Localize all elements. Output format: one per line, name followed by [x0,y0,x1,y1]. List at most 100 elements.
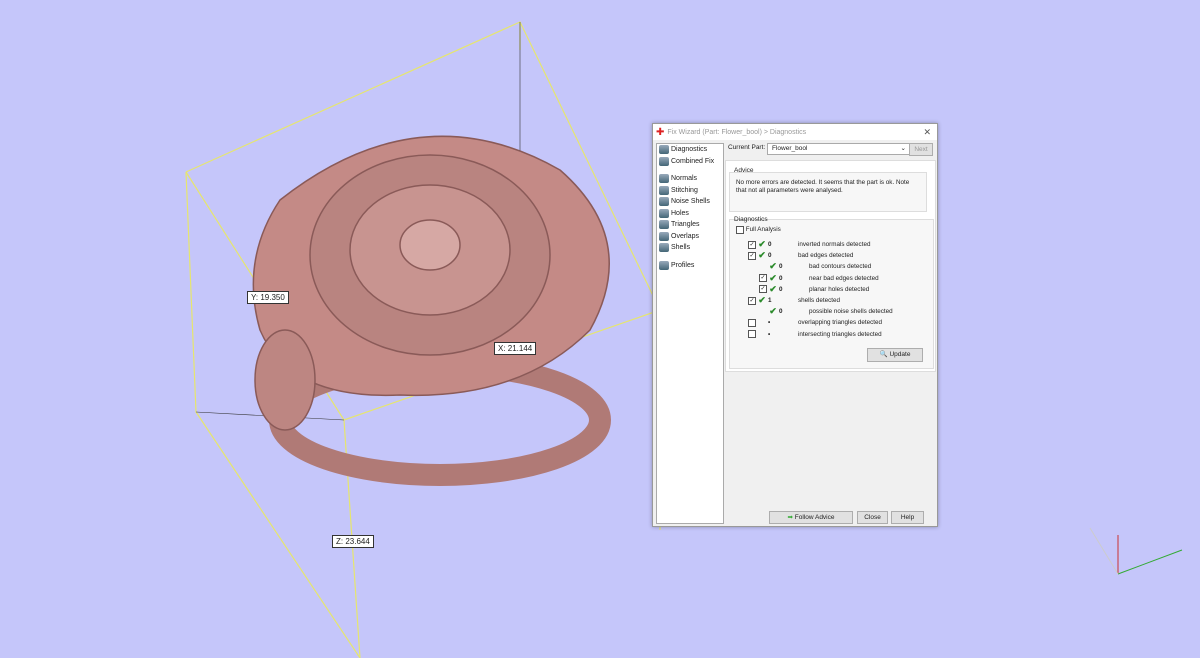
sidebar-item-shells[interactable]: Shells [657,242,723,254]
diagnostic-count: 0 [779,285,783,293]
update-label: Update [889,351,911,358]
sidebar-item-holes[interactable]: Holes [657,208,723,220]
diagnostic-checkbox[interactable] [748,330,756,339]
sidebar-item-label: Normals [671,175,698,183]
3d-viewport[interactable] [0,0,1200,658]
triangles-icon [659,220,669,230]
full-analysis-checkbox[interactable]: Full Analysis [736,224,781,235]
check-icon: ✔ [769,261,777,272]
diagnostic-count: 1 [768,297,772,304]
diagnostic-label: shells detected [798,297,841,304]
content-panel: Advice No more errors are detected. It s… [725,160,936,372]
close-button[interactable]: Close [857,511,888,524]
advice-title: Advice [734,167,754,174]
diagnostics-group: Diagnostics Full Analysis 🔍 Update ✓ ✔ 0 in… [729,216,934,369]
sidebar-item-label: Diagnostics [671,146,708,154]
sidebar-item-label: Profiles [671,261,695,269]
sidebar-item-label: Stitching [671,186,698,194]
diagnostic-count: 0 [779,308,783,316]
diagnostic-checkbox[interactable] [748,318,756,327]
diagnostic-row: ✓ ✔ 0 inverted normals detected [748,239,870,250]
sidebar-item-label: Triangles [671,221,700,229]
combined-fix-icon [659,156,669,166]
sidebar-item-overlaps[interactable]: Overlaps [657,231,723,243]
sidebar-item-label: Noise Shells [671,198,710,206]
fix-wizard-icon: ✚ [656,126,665,138]
full-analysis-label: Full Analysis [745,226,781,233]
current-part-select[interactable]: Flower_bool ⌄ [767,143,910,155]
diagnostic-checkbox[interactable]: ✓ [759,285,767,294]
diagnostic-row: • intersecting triangles detected [748,329,882,340]
sidebar-item-triangles[interactable]: Triangles [657,219,723,231]
shells-icon [659,243,669,253]
sidebar-item-profiles[interactable]: Profiles [657,260,723,272]
diagnostic-label: near bad edges detected [809,274,879,282]
current-part-value: Flower_bool [772,145,808,152]
diagnostic-checkbox[interactable]: ✓ [748,296,756,305]
diagnostic-label: planar holes detected [809,285,870,293]
chevron-down-icon: ⌄ [900,145,906,152]
diagnostic-row: ✔ 0 bad contours detected [759,261,871,272]
diagnostic-checkbox[interactable]: ✓ [759,274,767,283]
diagnostic-row: • overlapping triangles detected [748,317,882,328]
sidebar-item-label: Shells [671,244,691,252]
check-icon: ✔ [769,306,777,317]
update-button[interactable]: 🔍 Update [867,348,923,362]
diagnostic-row: ✔ 0 possible noise shells detected [759,306,893,317]
title-bar: ✚ Fix Wizard (Part: Flower_bool) > Diagn… [653,124,937,140]
magnifier-icon: 🔍 [879,351,888,358]
arrow-right-icon: ➡ [787,514,793,521]
dialog-title: Fix Wizard (Part: Flower_bool) > Diagnos… [667,128,807,136]
help-button[interactable]: Help [891,511,924,524]
follow-advice-label: Follow Advice [794,514,835,521]
axis-triad-icon [1089,527,1183,575]
sidebar-item-label: Overlaps [671,232,700,240]
diagnostic-row: ✓ ✔ 0 planar holes detected [759,284,869,295]
stitching-icon [659,185,669,195]
measure-y-label: Y: 19.350 [247,291,289,304]
check-icon: ✔ [758,295,766,305]
diagnostic-count: • [768,319,771,327]
check-icon: ✔ [769,272,777,283]
sidebar-item-diagnostics[interactable]: Diagnostics [657,144,723,156]
sidebar: Diagnostics Combined Fix Normals Stitching N… [656,143,724,524]
measure-z-label: Z: 23.644 [332,535,374,548]
measure-x-label: X: 21.144 [494,342,537,355]
diagnostics-title: Diagnostics [734,216,768,223]
diagnostic-checkbox[interactable]: ✓ [748,240,756,249]
diagnostic-label: possible noise shells detected [809,308,893,316]
follow-advice-button[interactable]: ➡ Follow Advice [769,511,853,524]
diagnostic-count: 0 [779,274,783,282]
noise-shells-icon [659,197,669,207]
diagnostic-row: ✓ ✔ 0 bad edges detected [748,250,853,261]
sidebar-item-label: Holes [671,209,689,217]
sidebar-item-combined-fix[interactable]: Combined Fix [657,156,723,168]
sidebar-item-noise-shells[interactable]: Noise Shells [657,196,723,208]
diagnostic-row: ✓ ✔ 1 shells detected [748,295,840,306]
check-icon: ✔ [769,283,777,294]
next-button[interactable]: Next [909,143,933,156]
check-icon: ✔ [758,239,766,249]
diagnostic-count: 0 [768,252,772,260]
profiles-icon [659,260,669,270]
diagnostic-checkbox[interactable]: ✓ [748,251,756,260]
normals-icon [659,174,669,184]
fix-wizard-dialog: ✚ Fix Wizard (Part: Flower_bool) > Diagn… [652,123,938,527]
diagnostic-count: 0 [768,241,772,248]
holes-icon [659,208,669,218]
diagnostics-icon [659,145,669,155]
check-icon: ✔ [758,250,766,261]
sidebar-item-stitching[interactable]: Stitching [657,185,723,197]
diagnostic-count: • [768,330,771,338]
advice-text: No more errors are detected. It seems th… [736,179,910,194]
current-part-label: Current Part: [728,144,766,151]
ring-model[interactable] [252,135,611,486]
diagnostic-label: overlapping triangles detected [798,319,883,327]
sidebar-item-normals[interactable]: Normals [657,173,723,185]
close-window-icon[interactable]: ✕ [923,127,931,138]
diagnostic-label: bad contours detected [809,263,872,271]
overlaps-icon [659,231,669,241]
diagnostic-label: intersecting triangles detected [798,330,882,338]
sidebar-item-label: Combined Fix [671,157,715,165]
diagnostic-row: ✓ ✔ 0 near bad edges detected [759,273,879,284]
